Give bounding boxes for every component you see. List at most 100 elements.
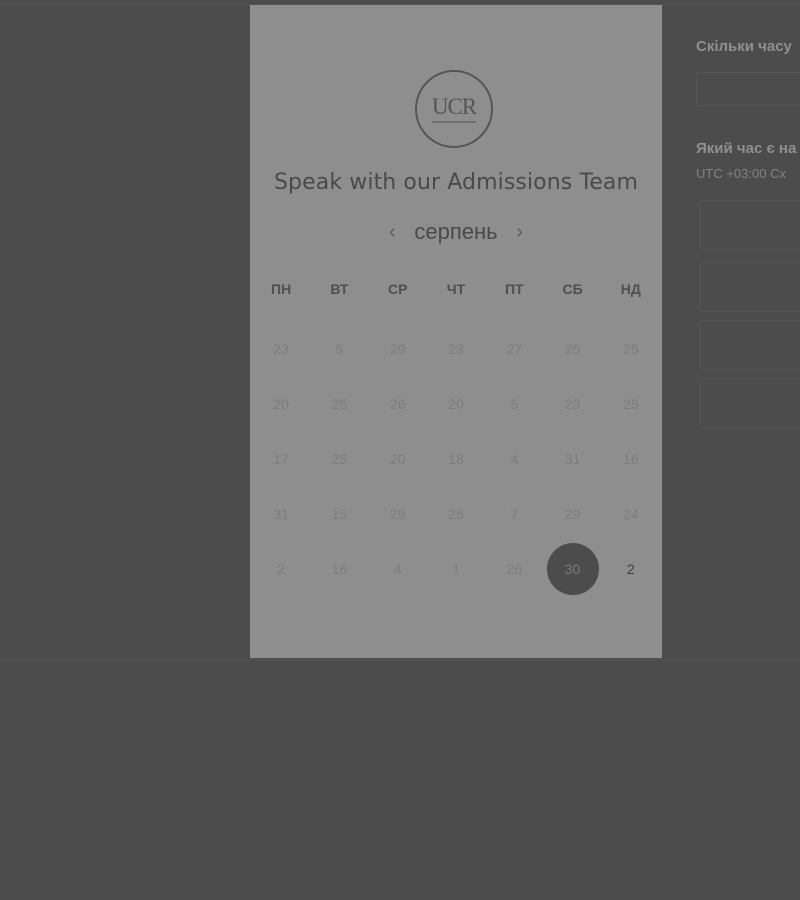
- weekday-header: ПН ВТ СР ЧТ ПТ СБ НД: [252, 281, 660, 297]
- day-number: 23: [564, 395, 581, 412]
- calendar-day: 1: [427, 541, 485, 596]
- calendar-day: 2: [252, 541, 310, 596]
- calendar-week: 31 15 29 25 7 29 24: [252, 486, 660, 541]
- chevron-right-icon[interactable]: ›: [508, 222, 532, 242]
- day-number[interactable]: 2: [605, 543, 657, 595]
- day-number: 17: [273, 450, 289, 467]
- day-number: 20: [273, 395, 289, 412]
- logo-subtitle-line: [432, 121, 476, 123]
- calendar-day: 25: [310, 431, 368, 486]
- calendar-day: 24: [602, 486, 660, 541]
- day-number: 18: [448, 450, 464, 467]
- month-label: серпень: [414, 219, 498, 244]
- day-number: 20: [389, 450, 406, 467]
- day-number: 25: [623, 340, 639, 357]
- calendar-day: 18: [427, 431, 485, 486]
- calendar-day: 29: [369, 321, 427, 376]
- timezone-label[interactable]: UTC +03:00 Сх: [696, 166, 786, 181]
- day-number: 5: [510, 395, 519, 412]
- time-slot[interactable]: [700, 320, 800, 370]
- available-day[interactable]: 2: [602, 541, 660, 596]
- calendar-day: 4: [485, 431, 543, 486]
- month-navigation: ‹ серпень ›: [250, 219, 662, 245]
- weekday-label: ВТ: [330, 281, 349, 297]
- calendar-day: 16: [602, 431, 660, 486]
- day-number: 26: [506, 560, 523, 577]
- weekday-label: СБ: [562, 281, 583, 297]
- day-number: 31: [273, 505, 289, 522]
- day-number: 2: [277, 560, 286, 577]
- day-number: 1: [452, 560, 460, 577]
- calendar-day: 23: [252, 321, 310, 376]
- calendar-day: 16: [310, 541, 368, 596]
- calendar-day: 25: [427, 486, 485, 541]
- time-slot[interactable]: [700, 262, 800, 312]
- calendar-day: 25: [310, 376, 368, 431]
- day-number: 5: [335, 340, 344, 357]
- calendar-day: 25: [602, 321, 660, 376]
- day-number: 29: [389, 340, 406, 357]
- calendar-day: 5: [485, 376, 543, 431]
- weekday-label: ПТ: [504, 281, 524, 297]
- calendar-week: 17 25 20 18 4 31 16: [252, 431, 660, 486]
- weekday-label: ПН: [271, 281, 292, 297]
- weekday-label: НД: [620, 281, 641, 297]
- day-number: 25: [623, 395, 639, 412]
- day-number: 7: [510, 505, 519, 522]
- calendar-week: 2 16 4 1 26 30 2: [252, 541, 660, 596]
- day-number: 31: [564, 450, 581, 467]
- time-slot[interactable]: [700, 378, 800, 428]
- chevron-left-icon[interactable]: ‹: [380, 222, 404, 242]
- calendar-day: 25: [602, 376, 660, 431]
- day-number: 29: [389, 505, 406, 522]
- calendar-day: 15: [310, 486, 368, 541]
- calendar-week: 20 25 26 20 5 23 25: [252, 376, 660, 431]
- day-number: 25: [448, 505, 464, 522]
- calendar-day: 17: [252, 431, 310, 486]
- logo-text: UCR: [431, 94, 477, 119]
- weekday-label: ЧТ: [446, 281, 466, 297]
- day-number: 29: [564, 505, 581, 522]
- calendar-day: 20: [427, 376, 485, 431]
- duration-select[interactable]: [696, 72, 800, 106]
- ucr-logo: UCR: [415, 70, 493, 148]
- calendar-day: 26: [369, 376, 427, 431]
- day-number: 23: [273, 340, 289, 357]
- time-slot[interactable]: [700, 200, 800, 250]
- duration-question: Скільки часу: [696, 38, 792, 55]
- calendar-day: 29: [543, 486, 601, 541]
- day-number: 4: [510, 450, 519, 467]
- calendar-day: 23: [427, 321, 485, 376]
- calendar-day: 5: [310, 321, 368, 376]
- day-number: 15: [331, 505, 348, 522]
- day-number: 23: [448, 340, 464, 357]
- day-number: 4: [393, 560, 402, 577]
- weekday-label: СР: [387, 281, 408, 297]
- day-number: 27: [506, 340, 523, 357]
- calendar-day: 31: [252, 486, 310, 541]
- calendar-day: 26: [485, 541, 543, 596]
- calendar-day: 7: [485, 486, 543, 541]
- calendar-card: UCR Speak with our Admissions Team ‹ сер…: [250, 5, 662, 658]
- calendar-week: 23 5 29 23 27 25 25: [252, 321, 660, 376]
- day-number: 26: [389, 395, 406, 412]
- right-panel: Скільки часу Який час є на UTC +03:00 Сх: [696, 0, 800, 660]
- calendar-day: 20: [369, 431, 427, 486]
- calendar-grid: 23 5 29 23 27 25 25 20 25 26 20 5 23 25 …: [252, 321, 660, 596]
- day-number: 16: [623, 450, 639, 467]
- day-number: 16: [331, 560, 348, 577]
- day-number: 25: [564, 340, 581, 357]
- calendar-day: 20: [252, 376, 310, 431]
- day-number[interactable]: 30: [546, 542, 599, 595]
- calendar-day: 23: [543, 376, 601, 431]
- day-number: 24: [623, 505, 639, 522]
- calendar-day: 31: [543, 431, 601, 486]
- day-number: 20: [448, 395, 464, 412]
- day-number: 25: [331, 395, 348, 412]
- card-title: Speak with our Admissions Team: [273, 170, 638, 195]
- scheduling-page: UCR Speak with our Admissions Team ‹ сер…: [0, 0, 800, 900]
- calendar-day: 25: [543, 321, 601, 376]
- bottom-divider: [0, 659, 800, 660]
- calendar-day: 29: [369, 486, 427, 541]
- selected-day[interactable]: 30: [543, 541, 601, 596]
